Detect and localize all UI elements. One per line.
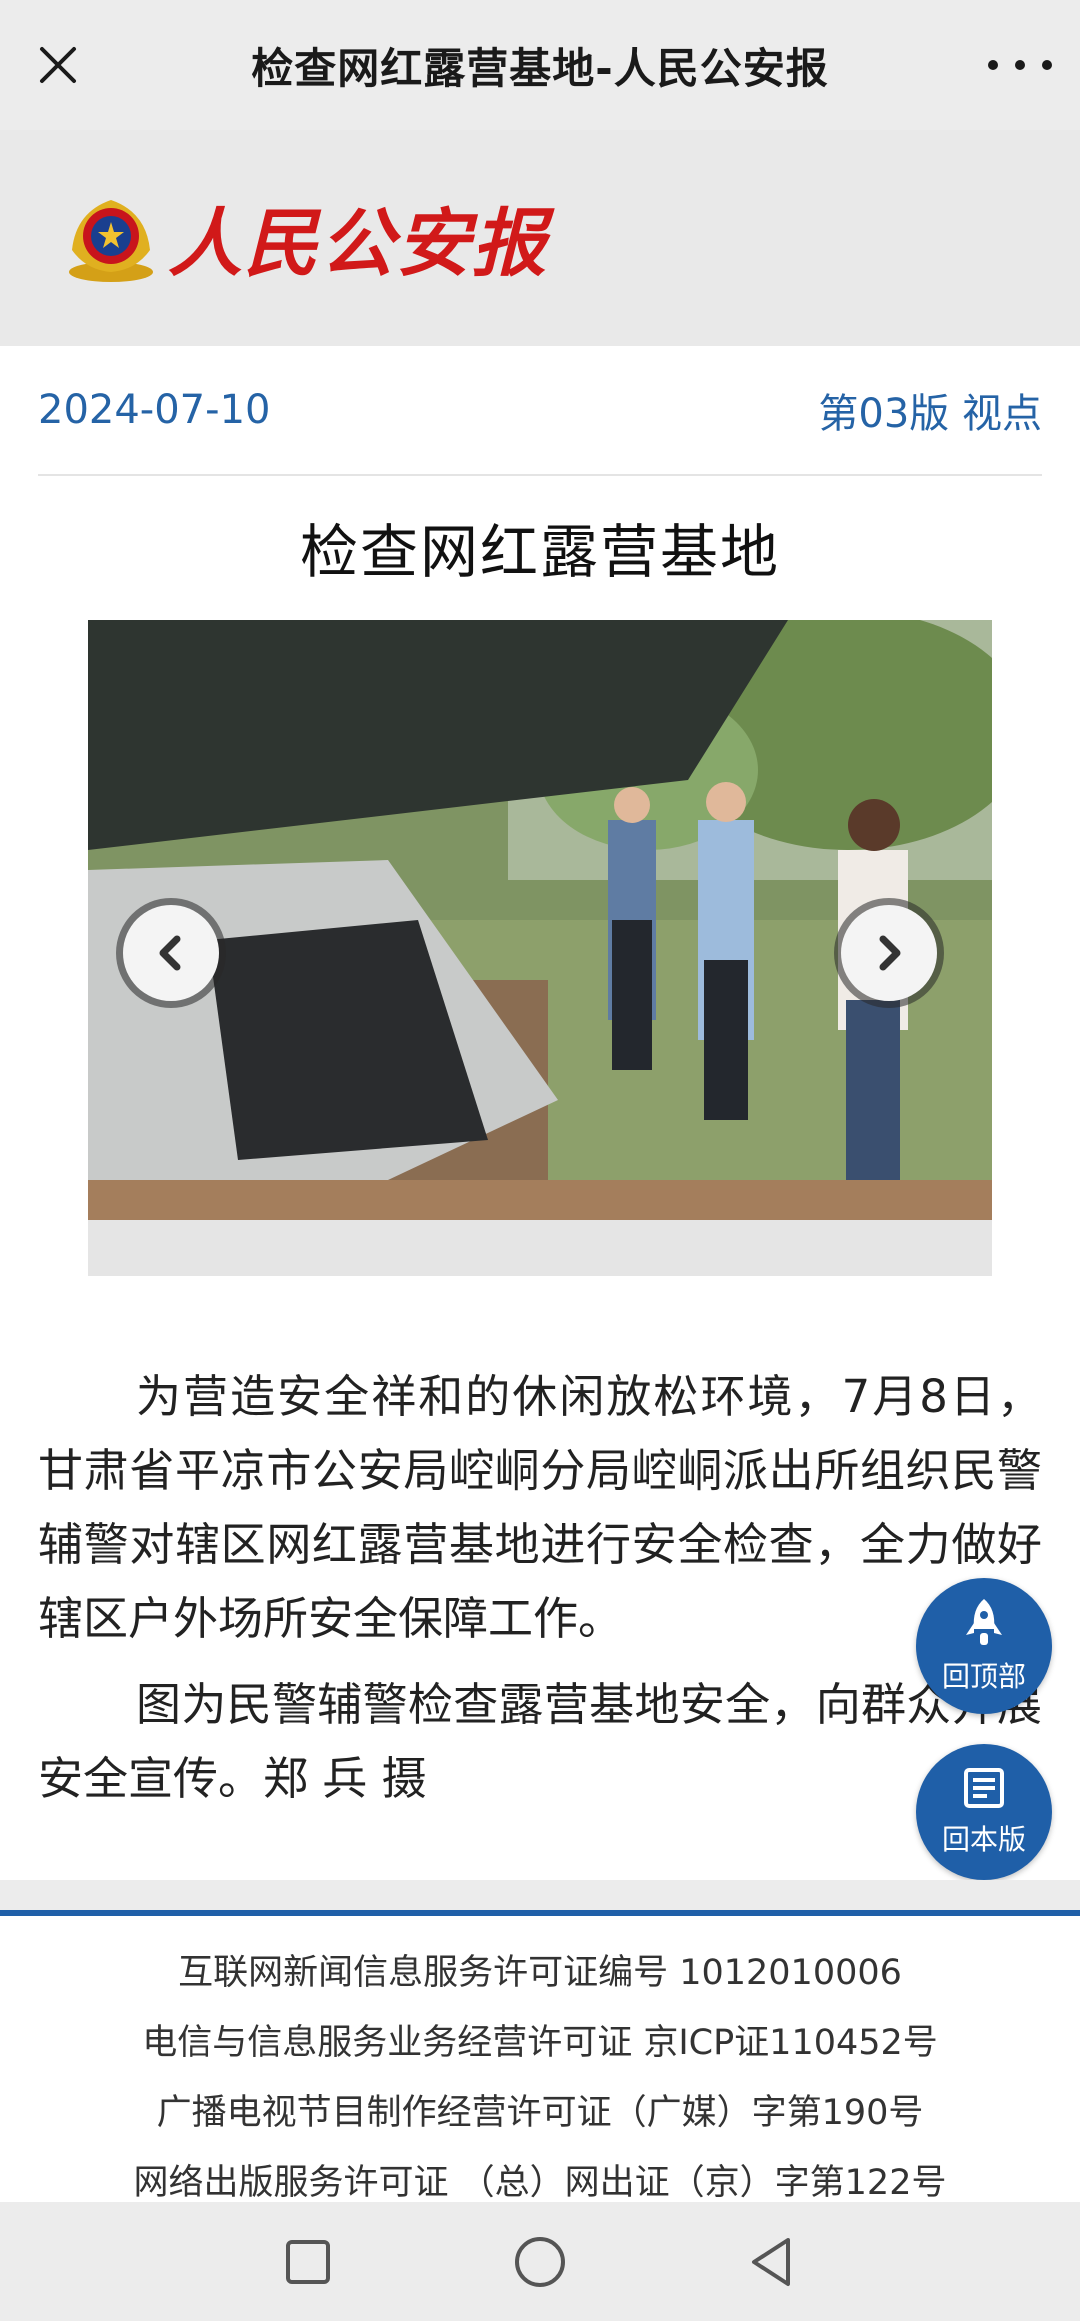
chevron-left-icon	[123, 905, 219, 1001]
gallery-next-button[interactable]	[834, 898, 944, 1008]
article-paragraph: 图为民警辅警检查露营基地安全，向群众开展安全宣传。郑 兵 摄	[38, 1678, 1042, 1805]
license-line: 电信与信息服务业务经营许可证 京ICP证110452号	[142, 2023, 938, 2063]
license-line: 互联网新闻信息服务许可证编号 1012010006	[178, 1953, 902, 1993]
edition-link[interactable]: 第03版 视点	[818, 381, 1042, 439]
home-icon[interactable]	[510, 2232, 570, 2292]
license-line: 网络出版服务许可证 （总）网出证（京）字第122号	[133, 2163, 947, 2203]
newspaper-masthead: 人民公安报	[0, 130, 1080, 346]
back-to-edition-button[interactable]: 回本版	[916, 1744, 1052, 1880]
back-to-edition-label: 回本版	[941, 1823, 1026, 1856]
gallery-prev-button[interactable]	[116, 898, 226, 1008]
back-icon[interactable]	[742, 2232, 802, 2292]
article-body: 为营造安全祥和的休闲放松环境，7月8日，甘肃省平凉市公安局崆峒分局崆峒派出所组织…	[38, 1360, 1042, 1828]
article-paragraph: 为营造安全祥和的休闲放松环境，7月8日，甘肃省平凉市公安局崆峒分局崆峒派出所组织…	[38, 1370, 1042, 1645]
police-emblem-icon	[66, 192, 156, 284]
top-app-bar: 检查网红露营基地-人民公安报	[0, 0, 1080, 130]
close-icon[interactable]	[28, 35, 88, 95]
chevron-right-icon	[841, 905, 937, 1001]
footer-separator	[0, 1880, 1080, 1910]
page-title: 检查网红露营基地-人民公安报	[251, 43, 829, 93]
more-dots-icon[interactable]	[988, 45, 1052, 85]
back-to-top-button[interactable]: 回顶部	[916, 1578, 1052, 1714]
article-meta: 2024-07-10 第03版 视点	[38, 346, 1042, 476]
newspaper-icon	[964, 1768, 1004, 1808]
license-line: 广播电视节目制作经营许可证（广媒）字第190号	[156, 2093, 924, 2133]
rocket-icon	[966, 1599, 1002, 1645]
photo-gallery	[88, 620, 992, 1276]
newspaper-wordmark: 人民公安报	[168, 201, 548, 287]
back-to-top-label: 回顶部	[941, 1660, 1026, 1693]
publish-date: 2024-07-10	[38, 387, 271, 433]
license-footer: 互联网新闻信息服务许可证编号 1012010006 电信与信息服务业务经营许可证…	[0, 1916, 1080, 2203]
recent-apps-icon[interactable]	[278, 2232, 338, 2292]
system-navigation-bar	[0, 2202, 1080, 2321]
article-headline: 检查网红露营基地	[299, 518, 780, 586]
